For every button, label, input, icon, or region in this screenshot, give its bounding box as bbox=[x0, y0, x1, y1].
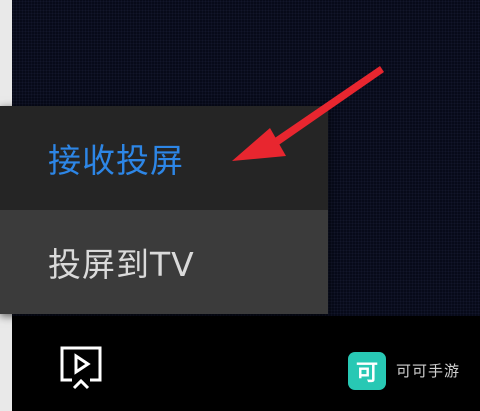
menu-item-label: 接收投屏 bbox=[48, 141, 184, 180]
watermark-logo: 可 bbox=[348, 352, 386, 390]
cast-popup-menu: 接收投屏 投屏到TV bbox=[0, 106, 328, 314]
menu-item-label: 投屏到TV bbox=[48, 245, 195, 284]
screen-cast-icon bbox=[60, 346, 102, 390]
menu-item-cast-to-tv[interactable]: 投屏到TV bbox=[0, 210, 328, 314]
screen-cast-button[interactable] bbox=[58, 344, 104, 392]
watermark-text: 可可手游 bbox=[396, 362, 461, 380]
menu-item-receive-cast[interactable]: 接收投屏 bbox=[0, 106, 328, 210]
